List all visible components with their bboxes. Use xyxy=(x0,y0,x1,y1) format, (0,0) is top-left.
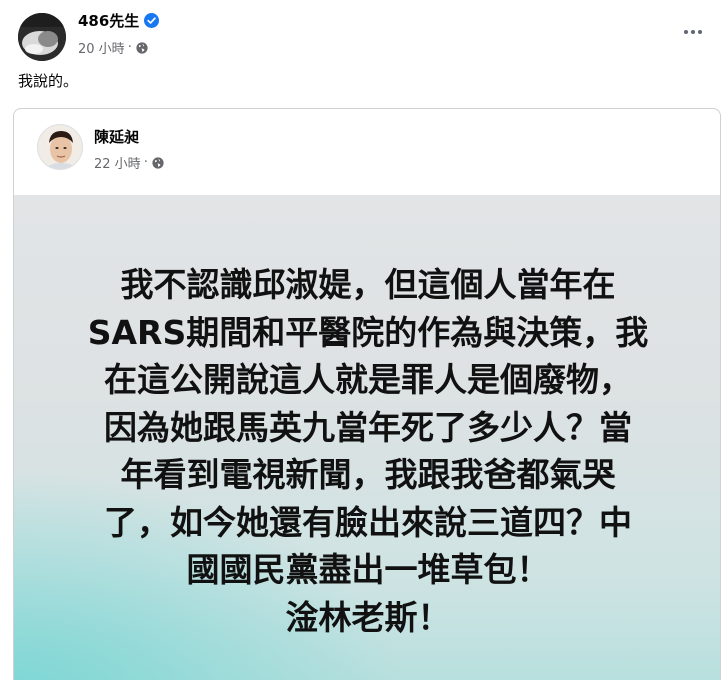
post-message: 我說的。 xyxy=(18,72,79,90)
shared-post-timestamp[interactable]: 22 小時 xyxy=(94,153,141,172)
body-line: 我不認識邱淑媞，但這個人當年在 xyxy=(120,265,616,304)
meta-separator: · xyxy=(127,40,132,55)
body-line: 年看到電視新聞，我跟我爸都氣哭 xyxy=(120,455,616,494)
more-dot xyxy=(691,30,695,34)
post-meta: 20 小時 · xyxy=(78,38,148,57)
body-line: 了，如今她還有臉出來說三道四？中 xyxy=(104,502,632,542)
author-name-link[interactable]: 486先生 xyxy=(78,10,160,31)
body-line: 在這公開說這人就是罪人是個廢物， xyxy=(104,360,632,399)
globe-icon[interactable] xyxy=(152,156,164,169)
shared-author-avatar[interactable] xyxy=(37,124,83,170)
post-timestamp[interactable]: 20 小時 xyxy=(78,38,125,57)
body-line: SARS期間和平醫院的作為與決策，我 xyxy=(87,312,649,352)
meta-separator: · xyxy=(143,155,148,170)
globe-icon[interactable] xyxy=(136,41,148,54)
shared-post-body: 我不認識邱淑媞，但這個人當年在 SARS期間和平醫院的作為與決策，我 在這公開說… xyxy=(14,261,720,641)
text-post-background: 我不認識邱淑媞，但這個人當年在 SARS期間和平醫院的作為與決策，我 在這公開說… xyxy=(14,195,720,680)
body-line: 國國民黨盡出一堆草包！ xyxy=(186,550,550,589)
more-dot xyxy=(684,30,688,34)
more-dot xyxy=(698,30,702,34)
shared-author-name[interactable]: 陳延昶 xyxy=(94,126,139,147)
author-name[interactable]: 486先生 xyxy=(78,10,139,31)
author-avatar[interactable] xyxy=(18,13,66,61)
shared-post-meta: 22 小時 · xyxy=(94,153,164,172)
body-line: 淦林老斯！ xyxy=(285,597,451,637)
verified-badge-icon xyxy=(144,13,160,28)
shared-post-card[interactable]: 陳延昶 22 小時 · 我不認識邱淑媞，但這個人當年在 SARS期間和平醫院的作… xyxy=(13,108,721,680)
body-line: 因為她跟馬英九當年死了多少人？當 xyxy=(104,407,632,447)
more-options-icon[interactable] xyxy=(675,20,711,44)
facebook-post: 486先生 20 小時 · 我說的。 陳延昶 22 小時 · 我不認識邱淑媞，但… xyxy=(0,0,725,680)
